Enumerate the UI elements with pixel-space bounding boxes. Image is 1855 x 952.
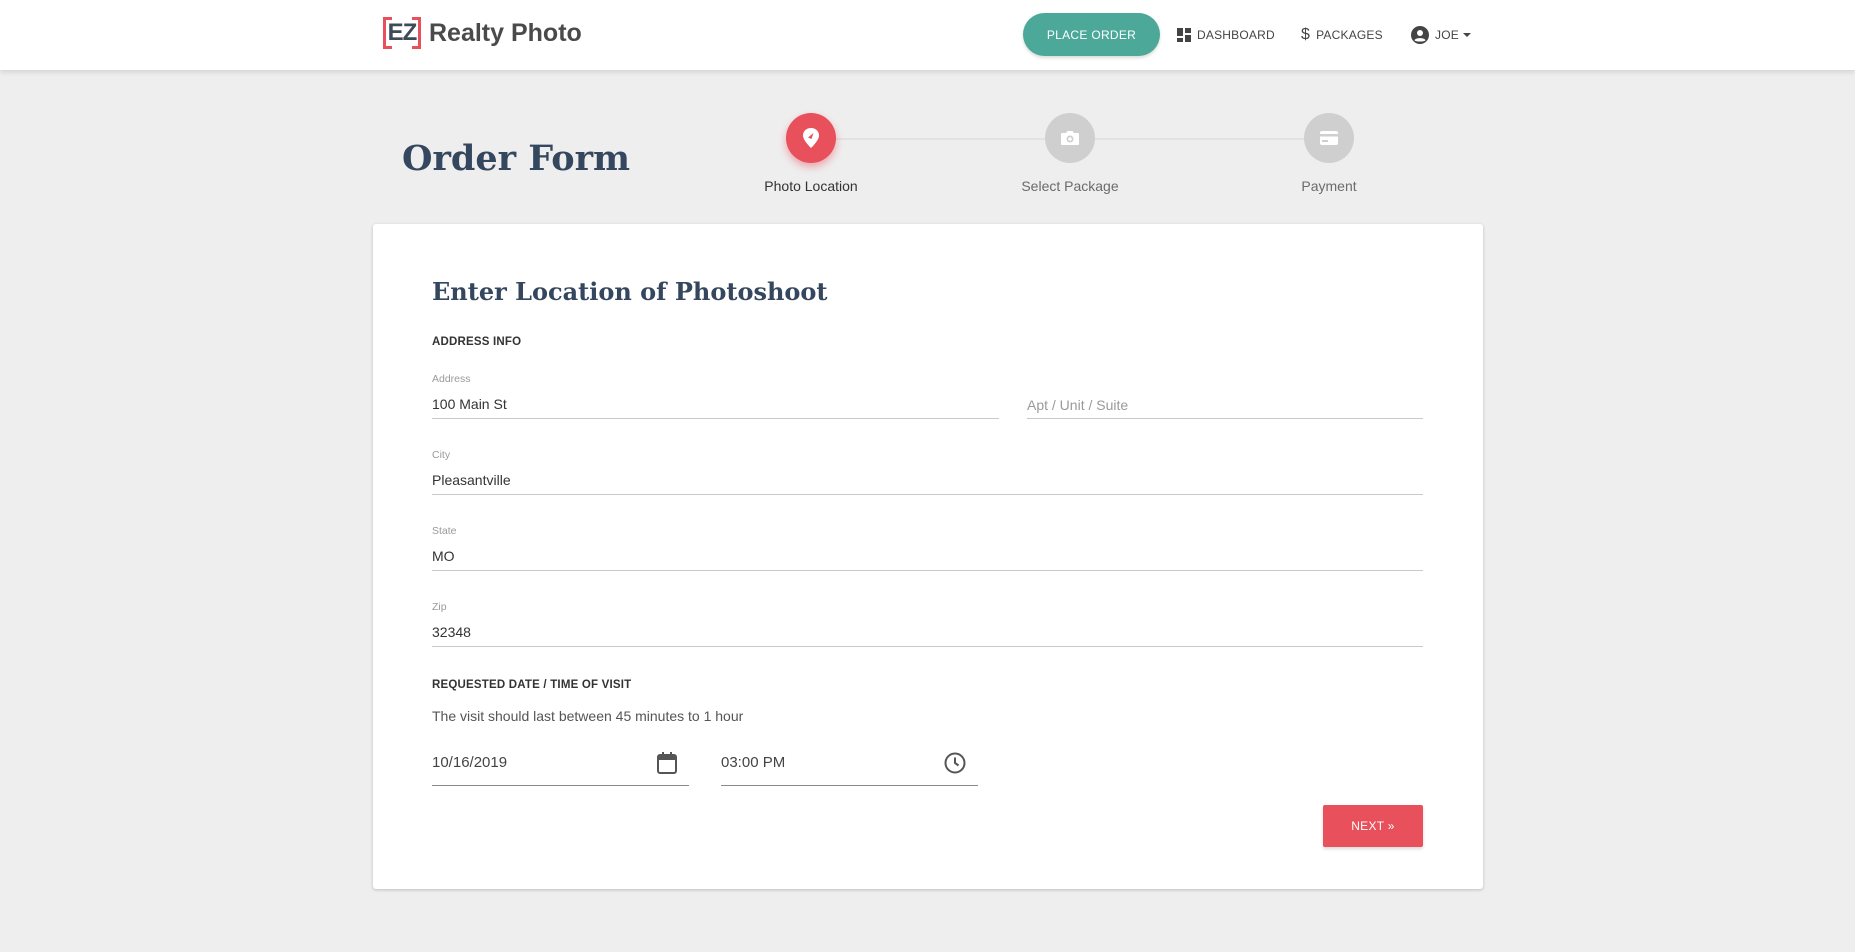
account-circle-icon xyxy=(1411,26,1429,44)
step-payment[interactable]: Payment xyxy=(1249,113,1409,194)
apt-unit-placeholder: Apt / Unit / Suite xyxy=(1027,397,1129,413)
nav-packages-label: PACKAGES xyxy=(1316,28,1383,42)
brand-logo[interactable]: EZ Realty Photo xyxy=(383,17,582,49)
brand-name: Realty Photo xyxy=(429,18,582,47)
nav-dashboard-link[interactable]: DASHBOARD xyxy=(1177,24,1275,46)
zip-label: Zip xyxy=(432,601,447,613)
dashboard-icon xyxy=(1177,28,1191,42)
address-field[interactable]: Address 100 Main St xyxy=(432,373,999,419)
visit-duration-hint: The visit should last between 45 minutes… xyxy=(432,708,744,724)
time-value: 03:00 PM xyxy=(721,754,786,771)
calendar-icon[interactable] xyxy=(657,752,677,779)
clock-icon[interactable] xyxy=(944,752,966,779)
time-picker[interactable]: 03:00 PM xyxy=(721,748,978,786)
address-label: Address xyxy=(432,373,471,385)
city-label: City xyxy=(432,449,451,461)
state-field[interactable]: State MO xyxy=(432,525,1423,571)
city-value: Pleasantville xyxy=(432,472,511,488)
credit-card-icon xyxy=(1304,113,1354,163)
logo-mark: EZ xyxy=(383,17,421,49)
page-title: Order Form xyxy=(402,138,631,179)
zip-field[interactable]: Zip 32348 xyxy=(432,601,1423,647)
nav-dashboard-label: DASHBOARD xyxy=(1197,28,1275,42)
date-value: 10/16/2019 xyxy=(432,754,508,771)
step-label: Photo Location xyxy=(764,178,858,194)
date-picker[interactable]: 10/16/2019 xyxy=(432,748,689,786)
next-button[interactable]: NEXT » xyxy=(1323,805,1423,847)
datetime-section-label: REQUESTED DATE / TIME OF VISIT xyxy=(432,679,632,691)
apt-unit-field[interactable]: Apt / Unit / Suite xyxy=(1027,373,1423,419)
dollar-icon: $ xyxy=(1301,26,1311,43)
camera-icon xyxy=(1045,113,1095,163)
place-order-button[interactable]: PLACE ORDER xyxy=(1023,13,1160,56)
address-value: 100 Main St xyxy=(432,396,507,412)
state-value: MO xyxy=(432,548,455,564)
user-name: JOE xyxy=(1435,28,1459,42)
nav-packages-link[interactable]: $ PACKAGES xyxy=(1301,24,1383,46)
address-section-label: ADDRESS INFO xyxy=(432,336,522,348)
location-pin-icon xyxy=(786,113,836,163)
user-menu[interactable]: JOE xyxy=(1411,24,1471,46)
top-navbar: EZ Realty Photo PLACE ORDER DASHBOARD $ … xyxy=(0,0,1855,70)
chevron-down-icon xyxy=(1462,33,1471,37)
step-label: Payment xyxy=(1301,178,1357,194)
city-field[interactable]: City Pleasantville xyxy=(432,449,1423,495)
step-photo-location[interactable]: Photo Location xyxy=(731,113,891,194)
state-label: State xyxy=(432,525,457,537)
step-label: Select Package xyxy=(1021,178,1119,194)
form-title: Enter Location of Photoshoot xyxy=(432,277,828,306)
zip-value: 32348 xyxy=(432,624,471,640)
order-form-card: Enter Location of Photoshoot ADDRESS INF… xyxy=(373,224,1483,889)
step-select-package[interactable]: Select Package xyxy=(990,113,1150,194)
